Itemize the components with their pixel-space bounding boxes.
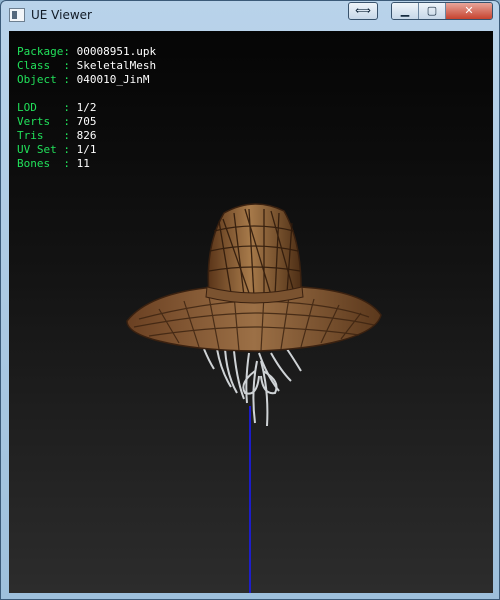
- info-row-package: Package: 00008951.upk: [17, 45, 157, 58]
- hat-ribbons: [203, 348, 302, 427]
- minimize-button[interactable]: ▁: [392, 3, 419, 19]
- app-window: UE Viewer ⟺ ▁ ▢ ✕ Package: 00008951.upk …: [0, 0, 500, 600]
- info-row-verts: Verts : 705: [17, 115, 97, 128]
- info-row-uvset: UV Set : 1/1: [17, 143, 97, 156]
- app-icon: [9, 8, 25, 22]
- 3d-viewport[interactable]: Package: 00008951.upk Class : SkeletalMe…: [9, 31, 493, 593]
- mesh-info-panel: Package: 00008951.upk Class : SkeletalMe…: [17, 45, 156, 171]
- info-row-object: Object : 040010_JinM: [17, 73, 150, 86]
- info-row-bones: Bones : 11: [17, 157, 90, 170]
- window-title: UE Viewer: [31, 8, 92, 22]
- window-controls: ▁ ▢ ✕: [391, 2, 493, 20]
- info-row-class: Class : SkeletalMesh: [17, 59, 157, 72]
- restore-size-button[interactable]: ⟺: [348, 2, 378, 20]
- info-row-lod: LOD : 1/2: [17, 101, 97, 114]
- maximize-button[interactable]: ▢: [419, 3, 446, 19]
- info-row-tris: Tris : 826: [17, 129, 97, 142]
- close-button[interactable]: ✕: [446, 3, 492, 19]
- title-bar[interactable]: UE Viewer ⟺ ▁ ▢ ✕: [1, 1, 499, 31]
